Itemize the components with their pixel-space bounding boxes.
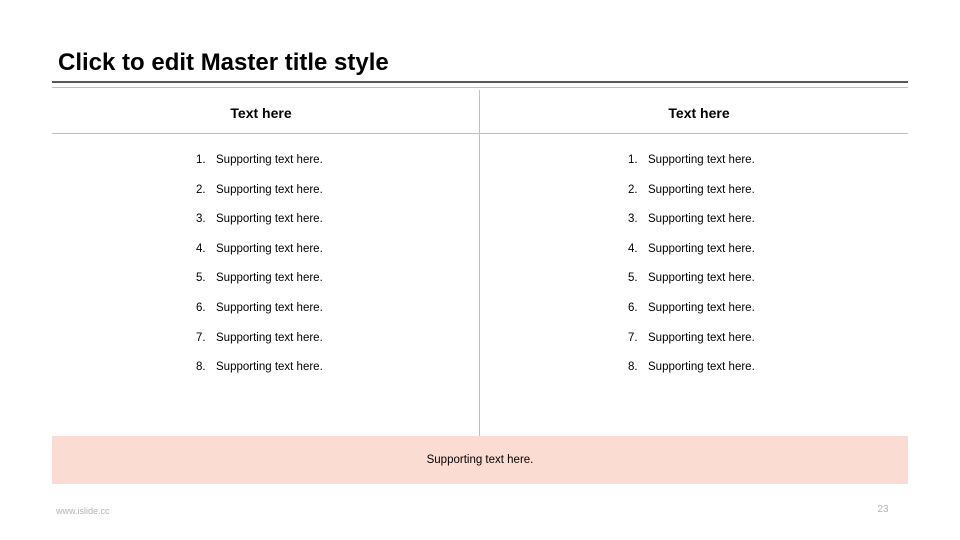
list-item-label: Supporting text here.: [216, 212, 323, 226]
list-item[interactable]: 3.Supporting text here.: [628, 212, 908, 242]
column-header-right[interactable]: Text here: [490, 101, 908, 125]
list-item-number: 2.: [628, 183, 648, 197]
list-item-number: 8.: [628, 360, 648, 374]
list-item-label: Supporting text here.: [216, 331, 323, 345]
highlight-banner[interactable]: Supporting text here.: [52, 436, 908, 484]
list-item[interactable]: 3.Supporting text here.: [196, 212, 476, 242]
list-item[interactable]: 7.Supporting text here.: [196, 331, 476, 361]
list-item-number: 6.: [628, 301, 648, 315]
title-underline-rule: [52, 81, 908, 83]
list-item[interactable]: 7.Supporting text here.: [628, 331, 908, 361]
column-header-left[interactable]: Text here: [52, 101, 470, 125]
list-item-number: 6.: [196, 301, 216, 315]
page-title[interactable]: Click to edit Master title style: [58, 48, 858, 78]
list-item-label: Supporting text here.: [216, 271, 323, 285]
list-item-number: 4.: [196, 242, 216, 256]
list-item-label: Supporting text here.: [648, 153, 755, 167]
list-left-column: 1.Supporting text here. 2.Supporting tex…: [196, 153, 476, 390]
list-item-number: 1.: [628, 153, 648, 167]
list-item[interactable]: 4.Supporting text here.: [196, 242, 476, 272]
list-item-number: 5.: [196, 271, 216, 285]
list-item-label: Supporting text here.: [648, 212, 755, 226]
list-item[interactable]: 2.Supporting text here.: [196, 183, 476, 213]
list-item[interactable]: 1.Supporting text here.: [628, 153, 908, 183]
list-item-number: 3.: [628, 212, 648, 226]
list-item-number: 3.: [196, 212, 216, 226]
list-item-label: Supporting text here.: [648, 360, 755, 374]
list-item-label: Supporting text here.: [648, 331, 755, 345]
list-item-label: Supporting text here.: [216, 242, 323, 256]
highlight-banner-label: Supporting text here.: [52, 436, 908, 484]
list-item-number: 7.: [196, 331, 216, 345]
list-right-column: 1.Supporting text here. 2.Supporting tex…: [628, 153, 908, 390]
list-item-number: 8.: [196, 360, 216, 374]
list-item[interactable]: 4.Supporting text here.: [628, 242, 908, 272]
list-item[interactable]: 6.Supporting text here.: [628, 301, 908, 331]
list-item-number: 5.: [628, 271, 648, 285]
column-header-divider-rule: [52, 133, 908, 134]
list-item[interactable]: 1.Supporting text here.: [196, 153, 476, 183]
list-item[interactable]: 6.Supporting text here.: [196, 301, 476, 331]
list-item-label: Supporting text here.: [216, 153, 323, 167]
list-item[interactable]: 8.Supporting text here.: [628, 360, 908, 390]
list-item-label: Supporting text here.: [648, 242, 755, 256]
list-item[interactable]: 5.Supporting text here.: [628, 271, 908, 301]
list-item[interactable]: 2.Supporting text here.: [628, 183, 908, 213]
list-item[interactable]: 5.Supporting text here.: [196, 271, 476, 301]
list-item-number: 1.: [196, 153, 216, 167]
title-underline-rule-secondary: [52, 87, 908, 88]
list-item-label: Supporting text here.: [216, 301, 323, 315]
slide-canvas: Click to edit Master title style Text he…: [0, 0, 960, 540]
list-item-label: Supporting text here.: [648, 183, 755, 197]
list-item-label: Supporting text here.: [216, 360, 323, 374]
list-item-number: 7.: [628, 331, 648, 345]
list-item-label: Supporting text here.: [648, 301, 755, 315]
vertical-column-divider: [479, 90, 480, 436]
list-item-label: Supporting text here.: [648, 271, 755, 285]
page-number: 23: [858, 504, 908, 516]
list-item-number: 4.: [628, 242, 648, 256]
list-item[interactable]: 8.Supporting text here.: [196, 360, 476, 390]
list-item-label: Supporting text here.: [216, 183, 323, 197]
list-item-number: 2.: [196, 183, 216, 197]
footer-url[interactable]: www.islide.cc: [56, 505, 110, 517]
